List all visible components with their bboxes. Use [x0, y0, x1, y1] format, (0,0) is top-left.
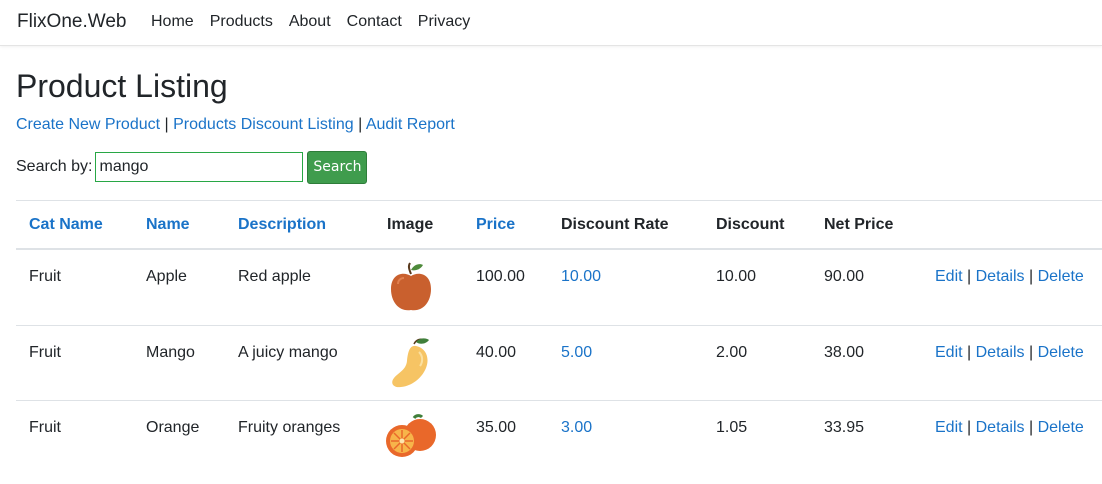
separator: |	[164, 116, 169, 133]
search-label: Search by:	[16, 158, 93, 175]
nav-menu: Home Products About Contact Privacy	[151, 13, 486, 31]
apple-icon	[391, 262, 431, 311]
nav-contact[interactable]: Contact	[347, 13, 402, 31]
table-row: Fruit Mango A juicy mango 40.00 5.00 2.0…	[16, 325, 1102, 400]
table-header-row: Cat Name Name Description Image Price Di…	[16, 200, 1102, 250]
search-button[interactable]: Search	[307, 150, 368, 184]
table-row: Fruit Orange Fruity oranges 35.00 3.00 1…	[16, 400, 1102, 475]
search-input[interactable]	[95, 152, 304, 182]
delete-link[interactable]: Delete	[1038, 419, 1084, 437]
cell-cat-name: Fruit	[29, 419, 61, 436]
separator: |	[358, 116, 363, 133]
cell-discount-rate-link[interactable]: 10.00	[561, 268, 601, 286]
nav-home[interactable]: Home	[151, 13, 194, 31]
cell-image	[384, 401, 440, 475]
page-links: Create New Product | Products Discount L…	[16, 116, 455, 134]
cell-net-price: 38.00	[824, 344, 865, 361]
header-net-price: Net Price	[824, 215, 894, 233]
cell-image	[386, 250, 436, 325]
sort-description[interactable]: Description	[238, 216, 326, 234]
table-row: Fruit Apple Red apple 100.00 10.00 10.00…	[16, 250, 1102, 325]
edit-link[interactable]: Edit	[935, 268, 963, 286]
products-discount-listing-link[interactable]: Products Discount Listing	[173, 116, 354, 133]
cell-price: 100.00	[476, 268, 525, 285]
cell-name: Mango	[146, 344, 195, 361]
header-discount: Discount	[716, 215, 785, 233]
sort-cat-name[interactable]: Cat Name	[29, 216, 103, 234]
delete-link[interactable]: Delete	[1038, 268, 1084, 286]
edit-link[interactable]: Edit	[935, 344, 963, 362]
page-title: Product Listing	[16, 68, 228, 104]
details-link[interactable]: Details	[976, 419, 1025, 437]
nav-privacy[interactable]: Privacy	[418, 13, 470, 31]
cell-description: Red apple	[238, 268, 311, 285]
cell-discount-rate-link[interactable]: 5.00	[561, 344, 592, 362]
nav-about[interactable]: About	[289, 13, 331, 31]
row-actions: Edit | Details | Delete	[935, 419, 1084, 437]
cell-discount: 2.00	[716, 344, 748, 361]
mango-icon	[392, 338, 429, 388]
row-actions: Edit | Details | Delete	[935, 344, 1084, 362]
cell-discount: 1.05	[716, 419, 748, 436]
cell-cat-name: Fruit	[29, 344, 61, 361]
product-table: Cat Name Name Description Image Price Di…	[16, 200, 1102, 475]
cell-discount-rate-link[interactable]: 3.00	[561, 419, 592, 437]
details-link[interactable]: Details	[976, 344, 1025, 362]
audit-report-link[interactable]: Audit Report	[366, 116, 455, 133]
brand-link[interactable]: FlixOne.Web	[17, 11, 126, 33]
cell-net-price: 90.00	[824, 268, 865, 285]
edit-link[interactable]: Edit	[935, 419, 963, 437]
navbar: FlixOne.Web Home Products About Contact …	[0, 0, 1102, 46]
cell-name: Orange	[146, 419, 200, 436]
cell-description: Fruity oranges	[238, 419, 341, 436]
nav-products[interactable]: Products	[210, 13, 273, 31]
cell-name: Apple	[146, 268, 187, 285]
header-discount-rate: Discount Rate	[561, 215, 669, 233]
cell-price: 35.00	[476, 419, 517, 436]
cell-price: 40.00	[476, 344, 517, 361]
cell-net-price: 33.95	[824, 419, 865, 436]
create-new-product-link[interactable]: Create New Product	[16, 116, 160, 133]
search-form: Search by: Search	[16, 150, 368, 184]
cell-cat-name: Fruit	[29, 268, 61, 285]
delete-link[interactable]: Delete	[1038, 344, 1084, 362]
sort-name[interactable]: Name	[146, 216, 190, 234]
header-image: Image	[387, 215, 434, 233]
details-link[interactable]: Details	[976, 268, 1025, 286]
orange-icon	[386, 414, 436, 457]
cell-description: A juicy mango	[238, 344, 338, 361]
cell-discount: 10.00	[716, 268, 757, 285]
sort-price[interactable]: Price	[476, 216, 515, 234]
row-actions: Edit | Details | Delete	[935, 268, 1084, 286]
cell-image	[386, 326, 436, 400]
